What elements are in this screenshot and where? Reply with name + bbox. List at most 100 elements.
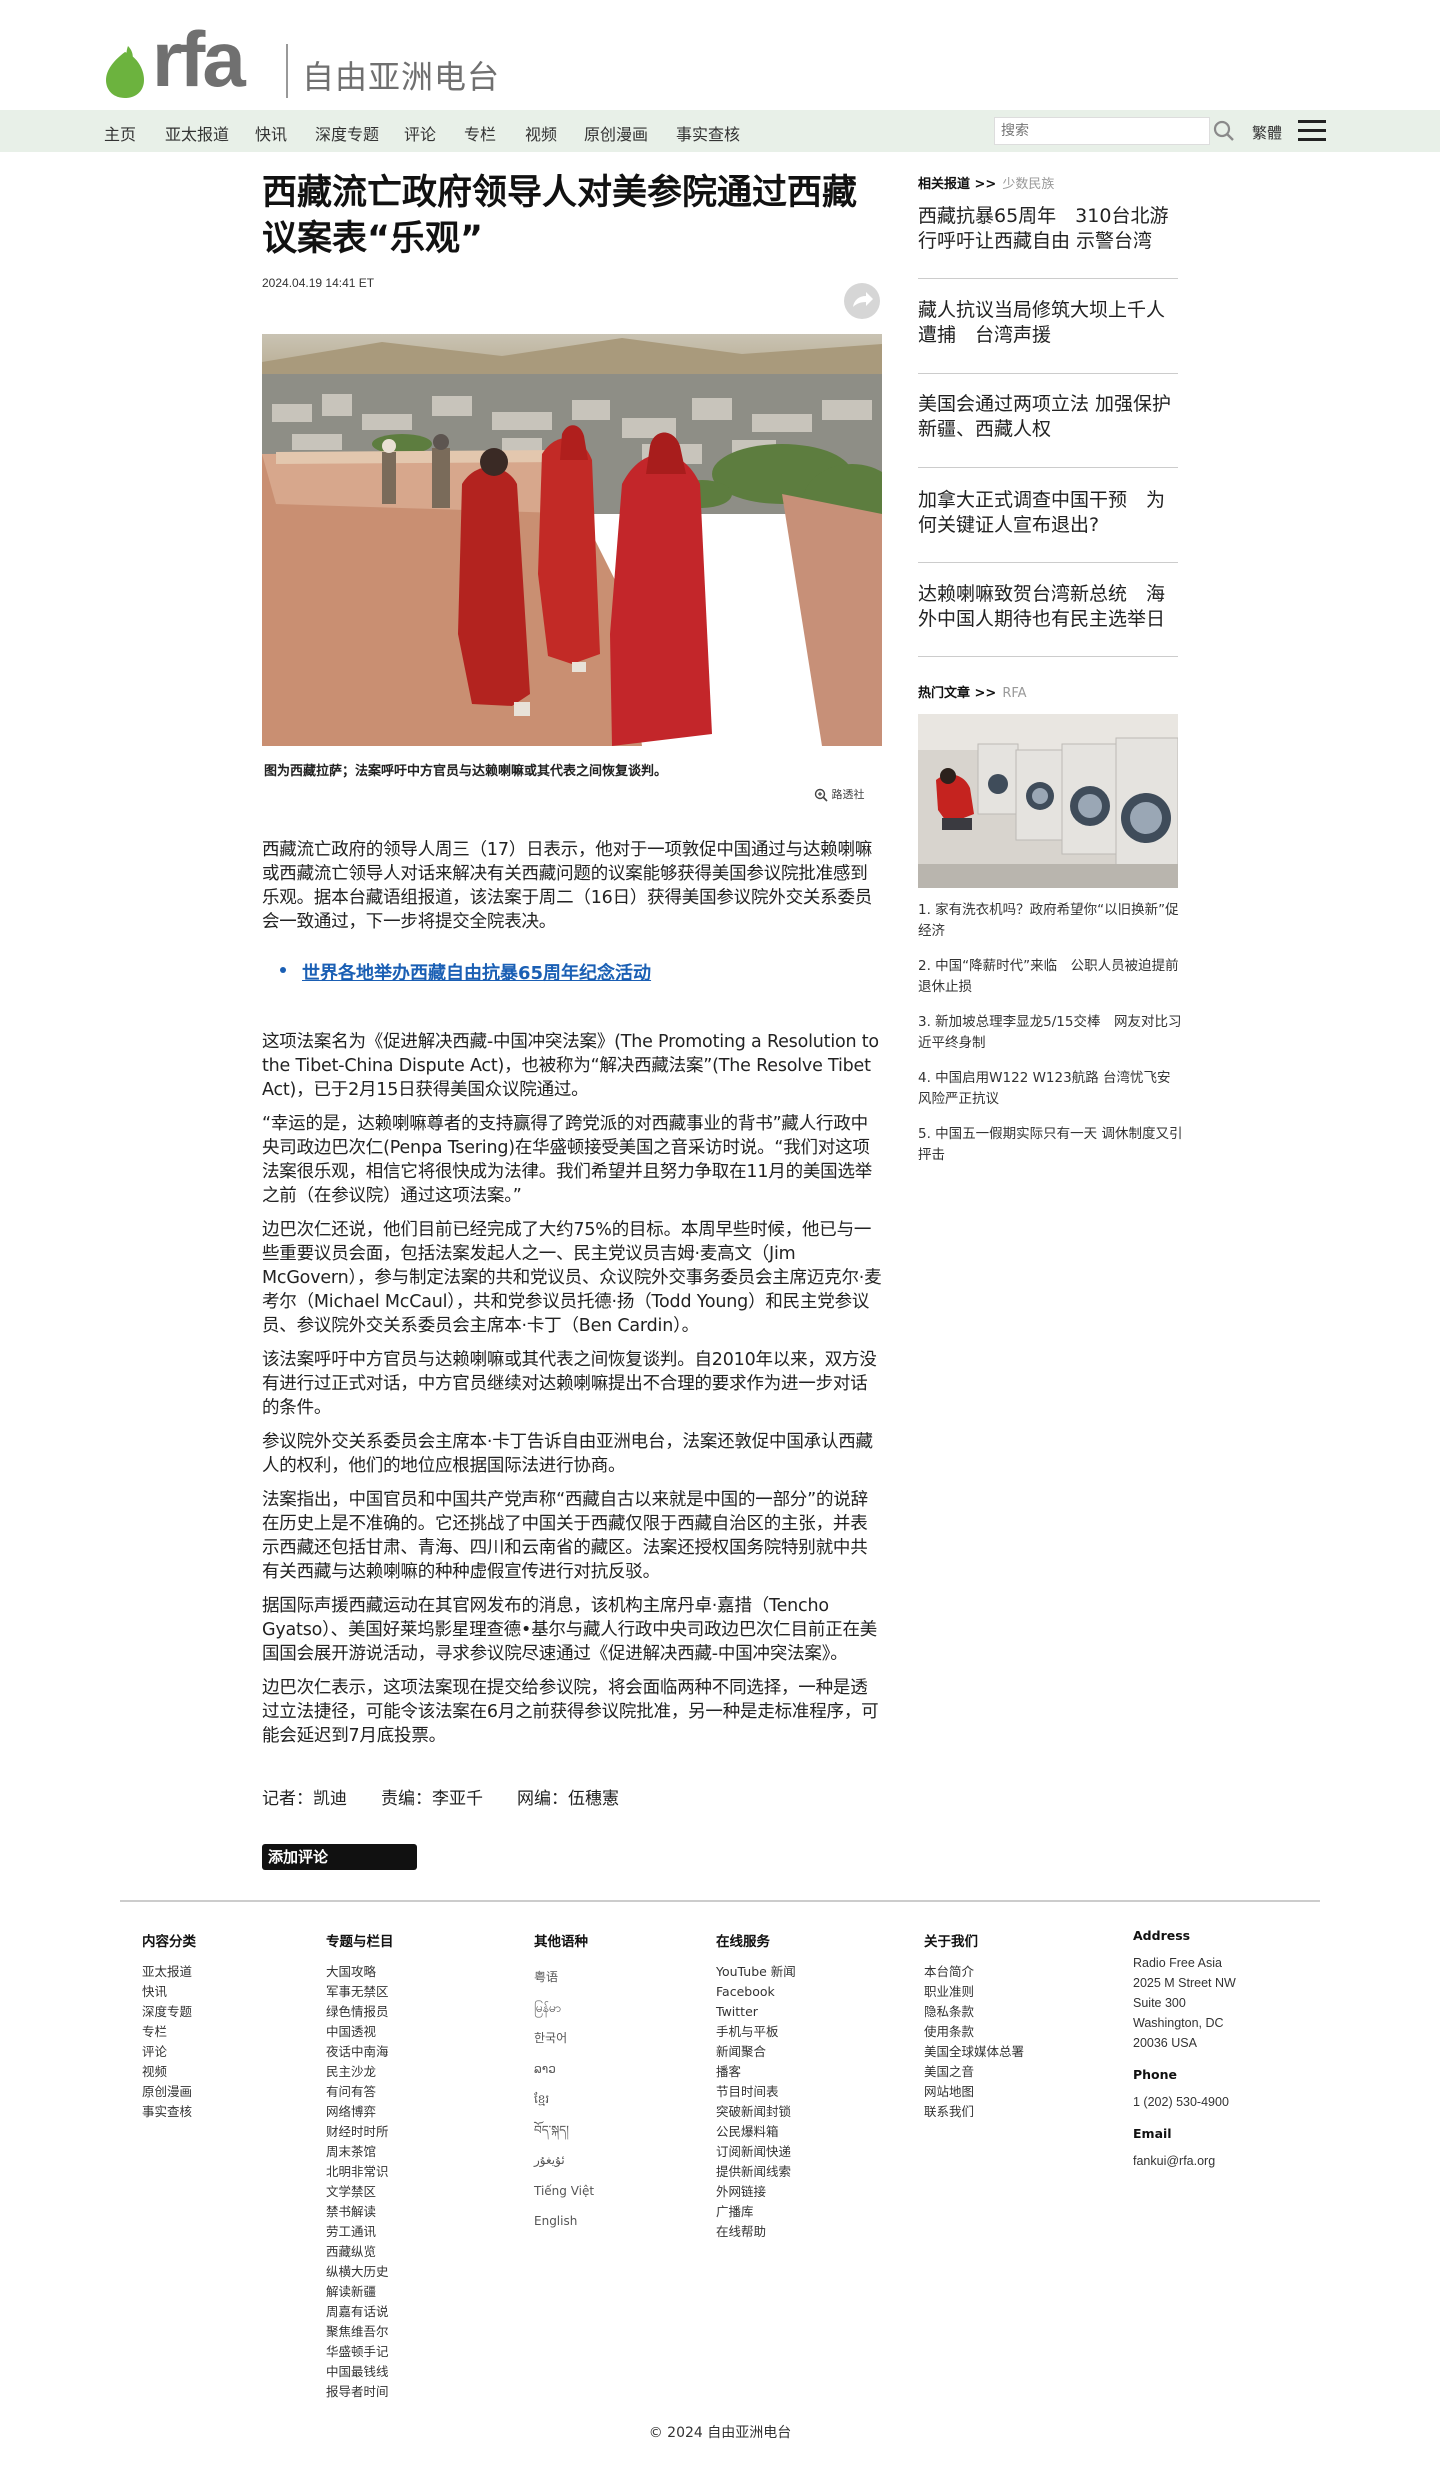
footer-link[interactable]: 播客	[716, 2062, 796, 2082]
related-reports-label[interactable]: 相关报道 >>	[918, 177, 996, 192]
hot-article-item[interactable]: 3. 新加坡总理李显龙5/15交棒 网友对比习近平终身制	[918, 1012, 1183, 1054]
language-link[interactable]: မြန်မာ	[534, 1993, 594, 2024]
footer-link[interactable]: 财经时时所	[326, 2122, 394, 2142]
search-button[interactable]	[1210, 117, 1238, 145]
email-link[interactable]: fankui@rfa.org	[1133, 2151, 1236, 2171]
footer-link[interactable]: 文学禁区	[326, 2182, 394, 2202]
footer-link[interactable]: 使用条款	[924, 2022, 1024, 2042]
nav-item-features[interactable]: 深度专题	[315, 121, 379, 145]
nav-item-video[interactable]: 视频	[525, 121, 557, 145]
footer-link[interactable]: 新闻聚合	[716, 2042, 796, 2062]
footer-link[interactable]: 视频	[142, 2062, 196, 2082]
language-link[interactable]: ខ្មែរ	[534, 2084, 594, 2115]
footer-link[interactable]: Facebook	[716, 1982, 796, 2002]
related-reports-tag[interactable]: 少数民族	[1002, 177, 1054, 192]
footer-link[interactable]: 评论	[142, 2042, 196, 2062]
leaf-logo-icon[interactable]	[104, 46, 146, 98]
footer-link[interactable]: 专栏	[142, 2022, 196, 2042]
footer-link[interactable]: 周嘉有话说	[326, 2302, 394, 2322]
hot-article-item[interactable]: 4. 中国启用W122 W123航路 台湾忧飞安风险严正抗议	[918, 1068, 1183, 1110]
footer-link[interactable]: 亚太报道	[142, 1962, 196, 1982]
related-item[interactable]: 藏人抗议当局修筑大坝上千人遭捕 台湾声援	[918, 298, 1178, 348]
footer-link[interactable]: 有问有答	[326, 2082, 394, 2102]
footer-link[interactable]: 中国最钱线	[326, 2362, 394, 2382]
footer-link[interactable]: 网站地图	[924, 2082, 1024, 2102]
footer-link[interactable]: 职业准则	[924, 1982, 1024, 2002]
footer-link[interactable]: 夜话中南海	[326, 2042, 394, 2062]
footer-link[interactable]: 北明非常识	[326, 2162, 394, 2182]
footer-link[interactable]: 深度专题	[142, 2002, 196, 2022]
footer-link[interactable]: 大国攻略	[326, 1962, 394, 1982]
hot-article-item[interactable]: 2. 中国“降薪时代”来临 公职人员被迫提前退休止损	[918, 956, 1183, 998]
language-link[interactable]: Tiếng Việt	[534, 2176, 594, 2207]
footer-link[interactable]: 联系我们	[924, 2102, 1024, 2122]
related-item[interactable]: 加拿大正式调查中国干预 为何关键证人宣布退出?	[918, 488, 1178, 538]
footer-link[interactable]: 外网链接	[716, 2182, 796, 2202]
footer-link[interactable]: 本台简介	[924, 1962, 1024, 1982]
footer-link[interactable]: 解读新疆	[326, 2282, 394, 2302]
footer-link[interactable]: Twitter	[716, 2002, 796, 2022]
language-link[interactable]: English	[534, 2206, 594, 2237]
footer-link[interactable]: 报导者时间	[326, 2382, 394, 2402]
hamburger-menu-icon[interactable]	[1298, 120, 1326, 142]
nav-item-home[interactable]: 主页	[104, 121, 136, 145]
footer-link[interactable]: 美国之音	[924, 2062, 1024, 2082]
search-input[interactable]	[1001, 120, 1201, 142]
rfa-logo-text[interactable]: rfa	[152, 14, 246, 104]
related-item[interactable]: 达赖喇嘛致贺台湾新总统 海外中国人期待也有民主选举日	[918, 582, 1178, 632]
footer-divider	[120, 1900, 1320, 1902]
footer-link[interactable]: 绿色情报员	[326, 2002, 394, 2022]
footer-link[interactable]: 民主沙龙	[326, 2062, 394, 2082]
station-name[interactable]: 自由亚洲电台	[302, 52, 500, 98]
nav-item-commentary[interactable]: 评论	[404, 121, 436, 145]
hot-articles-tag[interactable]: RFA	[1002, 686, 1026, 701]
footer-link[interactable]: 节目时间表	[716, 2082, 796, 2102]
footer-link[interactable]: 劳工通讯	[326, 2222, 394, 2242]
footer-link[interactable]: 周末茶馆	[326, 2142, 394, 2162]
footer-link[interactable]: 美国全球媒体总署	[924, 2042, 1024, 2062]
footer-link[interactable]: 军事无禁区	[326, 1982, 394, 2002]
nav-item-breaking[interactable]: 快讯	[255, 121, 287, 145]
hot-articles-label[interactable]: 热门文章 >>	[918, 686, 996, 701]
footer-link[interactable]: 网络博弈	[326, 2102, 394, 2122]
footer-link[interactable]: 事实查核	[142, 2102, 196, 2122]
hot-article-image[interactable]	[918, 714, 1178, 888]
nav-item-columns[interactable]: 专栏	[464, 121, 496, 145]
language-link[interactable]: ລາວ	[534, 2054, 594, 2085]
phone-number[interactable]: 1 (202) 530-4900	[1133, 2092, 1236, 2112]
language-link[interactable]: བོད་སྐད།	[534, 2115, 594, 2146]
footer-link[interactable]: 西藏纵览	[326, 2242, 394, 2262]
language-link[interactable]: 粤语	[534, 1962, 594, 1993]
footer-link[interactable]: 广播库	[716, 2202, 796, 2222]
language-link[interactable]: ئۇيغۇر	[534, 2145, 594, 2176]
nav-item-fact-check[interactable]: 事实查核	[676, 121, 740, 145]
hot-article-item[interactable]: 5. 中国五一假期实际只有一天 调休制度又引抨击	[918, 1124, 1183, 1166]
footer-link[interactable]: 聚焦维吾尔	[326, 2322, 394, 2342]
nav-item-cartoons[interactable]: 原创漫画	[584, 121, 648, 145]
footer-link[interactable]: 中国透视	[326, 2022, 394, 2042]
footer-link[interactable]: 在线帮助	[716, 2222, 796, 2242]
footer-link[interactable]: 订阅新闻快递	[716, 2142, 796, 2162]
related-item[interactable]: 美国会通过两项立法 加强保护新疆、西藏人权	[918, 392, 1178, 442]
footer-link[interactable]: 原创漫画	[142, 2082, 196, 2102]
related-article-link[interactable]: 世界各地举办西藏自由抗暴65周年纪念活动	[302, 959, 651, 985]
add-comment-button[interactable]: 添加评论	[262, 1844, 417, 1870]
footer-link[interactable]: 快讯	[142, 1982, 196, 2002]
footer-link[interactable]: 隐私条款	[924, 2002, 1024, 2022]
footer-link[interactable]: 禁书解读	[326, 2202, 394, 2222]
footer-link[interactable]: 手机与平板	[716, 2022, 796, 2042]
footer-link[interactable]: 突破新闻封锁	[716, 2102, 796, 2122]
hot-article-item[interactable]: 1. 家有洗衣机吗？政府希望你“以旧换新”促经济	[918, 900, 1183, 942]
related-reports-heading[interactable]: 相关报道 >> 少数民族	[918, 173, 1054, 192]
nav-item-asia-pacific[interactable]: 亚太报道	[165, 121, 229, 145]
language-link[interactable]: 한국어	[534, 2023, 594, 2054]
footer-link[interactable]: 纵横大历史	[326, 2262, 394, 2282]
hot-articles-heading[interactable]: 热门文章 >> RFA	[918, 682, 1027, 701]
share-button[interactable]	[844, 283, 880, 319]
footer-link[interactable]: YouTube 新闻	[716, 1962, 796, 1982]
footer-link[interactable]: 华盛顿手记	[326, 2342, 394, 2362]
footer-link[interactable]: 公民爆料箱	[716, 2122, 796, 2142]
traditional-chinese-toggle[interactable]: 繁體	[1252, 122, 1282, 143]
footer-link[interactable]: 提供新闻线索	[716, 2162, 796, 2182]
related-item[interactable]: 西藏抗暴65周年 310台北游行呼吁让西藏自由 示警台湾	[918, 204, 1178, 254]
